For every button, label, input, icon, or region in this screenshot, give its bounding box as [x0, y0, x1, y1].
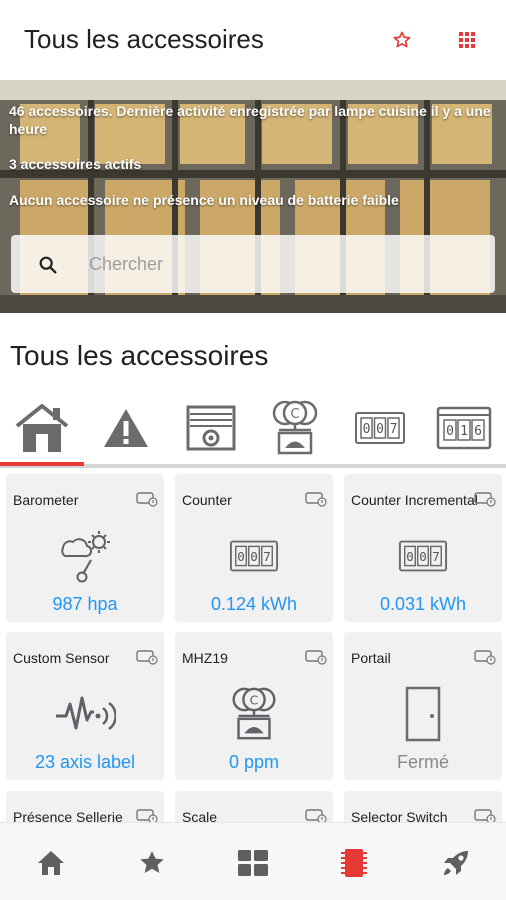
accessory-card[interactable]: Portail Fermé: [344, 632, 502, 780]
svg-text:0: 0: [363, 422, 371, 437]
device-settings-icon[interactable]: [474, 808, 496, 822]
hero-banner: 46 accessoires. Dernière activité enregi…: [0, 80, 506, 313]
favorite-button[interactable]: [388, 26, 416, 54]
accessory-value: 987 hpa: [52, 594, 118, 614]
barometer-icon: [61, 531, 110, 583]
tab-all[interactable]: [7, 396, 77, 460]
svg-text:0: 0: [237, 549, 245, 564]
nav-favorites[interactable]: [134, 845, 170, 881]
counter-display-icon: 0 1 6: [436, 406, 492, 450]
accessory-value: 23 axis label: [34, 752, 136, 772]
tab-scales[interactable]: C: [260, 396, 330, 460]
nav-home[interactable]: [33, 845, 69, 881]
selected-tab-indicator: [0, 462, 84, 466]
device-settings-icon[interactable]: [136, 808, 158, 822]
accessory-value: Fermé: [396, 752, 449, 772]
star-outline-icon: [393, 31, 411, 48]
search-icon: [39, 256, 57, 274]
hero-battery-text: Aucun accessoire ne présence un niveau d…: [9, 192, 399, 208]
svg-text:1: 1: [460, 424, 468, 439]
svg-text:C: C: [290, 407, 299, 422]
apps-button[interactable]: [453, 26, 481, 54]
counter-icon: 0 0 7: [229, 540, 279, 572]
accessory-card[interactable]: Présence Sellerie: [6, 791, 164, 822]
svg-text:7: 7: [263, 549, 271, 564]
svg-text:7: 7: [390, 422, 398, 437]
search-input[interactable]: [89, 249, 479, 279]
accessory-card[interactable]: Scale: [175, 791, 333, 822]
svg-text:0: 0: [419, 549, 427, 564]
counter-icon: 0 0 7: [355, 412, 405, 444]
tab-shutters[interactable]: [176, 396, 246, 460]
accessory-value: 0.124 kWh: [210, 594, 298, 614]
category-tabs: C 0 0 7 0 1 6: [0, 392, 506, 468]
svg-text:0: 0: [376, 422, 384, 437]
nav-scenes[interactable]: [438, 845, 474, 881]
search-bar: [11, 235, 495, 293]
accessory-card[interactable]: MHZ19 C 0 ppm: [175, 632, 333, 780]
device-settings-icon[interactable]: [474, 649, 496, 665]
star-icon: [140, 851, 164, 873]
warning-icon: [104, 409, 148, 447]
scale-icon: C: [232, 687, 276, 740]
device-settings-icon[interactable]: [305, 491, 327, 507]
door-icon: [405, 686, 441, 742]
device-settings-icon[interactable]: [136, 491, 158, 507]
tab-alerts[interactable]: [91, 396, 161, 460]
house-icon: [15, 404, 69, 452]
accessory-name: MHZ19: [182, 650, 228, 666]
device-settings-icon[interactable]: [305, 649, 327, 665]
chip-icon: [341, 849, 367, 877]
accessory-value: 0.031 kWh: [379, 594, 467, 614]
rocket-icon: [444, 851, 468, 875]
hero-active-count-text: 3 accessoires actifs: [9, 156, 142, 172]
accessory-name: Présence Sellerie: [13, 809, 123, 822]
accessory-grid: Barometer 987 hpa Counter 0 0 7 0.124 kW…: [0, 470, 506, 822]
svg-text:C: C: [250, 692, 259, 707]
apps-grid-icon: [459, 32, 475, 48]
svg-text:0: 0: [406, 549, 414, 564]
scale-icon: C: [272, 400, 318, 455]
accessory-name: Portail: [351, 650, 391, 666]
home-icon: [38, 851, 64, 875]
accessory-card[interactable]: Counter 0 0 7 0.124 kWh: [175, 474, 333, 622]
counter-icon: 0 0 7: [398, 540, 448, 572]
tab-counters[interactable]: 0 0 7: [345, 396, 415, 460]
nav-dashboard[interactable]: [235, 845, 271, 881]
window-shutter-icon: [186, 405, 236, 451]
svg-text:7: 7: [432, 549, 440, 564]
tab-meters[interactable]: 0 1 6: [429, 396, 499, 460]
accessory-card[interactable]: Barometer 987 hpa: [6, 474, 164, 622]
section-title: Tous les accessoires: [10, 340, 269, 371]
accessory-name: Counter: [182, 492, 232, 508]
svg-text:0: 0: [446, 424, 454, 439]
dashboard-grid-icon: [238, 850, 268, 876]
accessory-card[interactable]: Custom Sensor 23 axis label: [6, 632, 164, 780]
svg-text:0: 0: [250, 549, 258, 564]
accessory-card[interactable]: Counter Incremental 0 0 7 0.031 kWh: [344, 474, 502, 622]
accessory-card[interactable]: Selector Switch: [344, 791, 502, 822]
device-settings-icon[interactable]: [136, 649, 158, 665]
device-settings-icon[interactable]: [305, 808, 327, 822]
accessory-name: Counter Incremental: [351, 492, 478, 508]
nav-accessories[interactable]: [336, 845, 372, 881]
bottom-navigation: [0, 822, 506, 900]
svg-text:6: 6: [474, 424, 482, 439]
sensor-wave-icon: [56, 696, 116, 731]
page-title: Tous les accessoires: [24, 24, 264, 54]
hero-activity-text: 46 accessoires. Dernière activité enregi…: [9, 103, 491, 137]
accessory-name: Scale: [182, 809, 218, 822]
device-settings-icon[interactable]: [474, 491, 496, 507]
app-bar: Tous les accessoires: [0, 0, 506, 80]
accessory-value: 0 ppm: [228, 752, 280, 772]
accessory-name: Barometer: [13, 492, 79, 508]
accessory-name: Custom Sensor: [13, 650, 110, 666]
accessory-name: Selector Switch: [351, 809, 448, 822]
